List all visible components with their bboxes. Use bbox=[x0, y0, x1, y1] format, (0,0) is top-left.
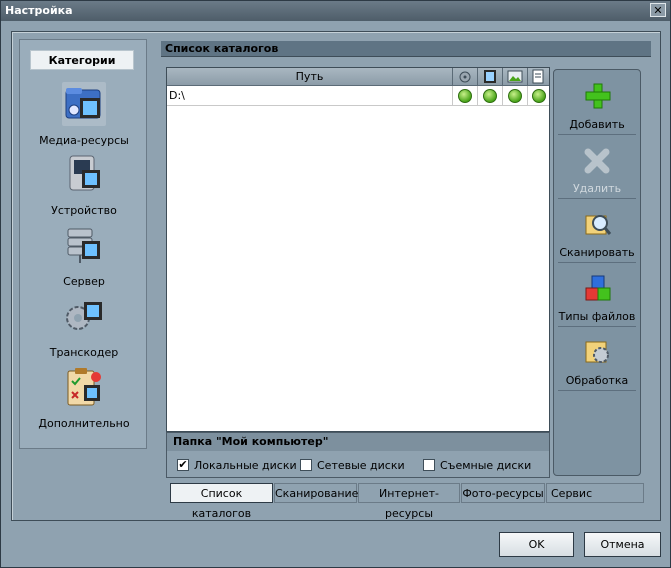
category-transcoder[interactable]: Транскодер bbox=[20, 294, 148, 364]
transcoder-gears-icon bbox=[62, 294, 106, 338]
category-label: Сервер bbox=[63, 275, 105, 288]
categories-header: Категории bbox=[30, 50, 134, 70]
document-icon[interactable] bbox=[528, 68, 552, 85]
category-server[interactable]: Сервер bbox=[20, 223, 148, 293]
network-disks-checkbox[interactable]: Сетевые диски bbox=[300, 458, 410, 474]
local-disks-checkbox[interactable]: ✔ Локальные диски bbox=[177, 458, 297, 474]
row-path: D:\ bbox=[169, 89, 185, 102]
processing-button[interactable]: Обработка bbox=[558, 328, 636, 391]
device-icon bbox=[62, 152, 106, 196]
check-indicator-icon[interactable] bbox=[532, 89, 546, 103]
server-icon bbox=[62, 223, 106, 267]
tab-internet-resources[interactable]: Интернет-ресурсы bbox=[358, 483, 460, 520]
table-row[interactable]: D:\ bbox=[167, 86, 549, 106]
category-additional[interactable]: Дополнительно bbox=[20, 365, 148, 435]
cubes-icon bbox=[584, 274, 612, 302]
media-folder-icon bbox=[62, 82, 106, 126]
category-device[interactable]: Устройство bbox=[20, 152, 148, 222]
close-button[interactable]: ✕ bbox=[650, 3, 666, 17]
delete-button[interactable]: Удалить bbox=[558, 136, 636, 199]
add-button[interactable]: Добавить bbox=[558, 72, 636, 135]
category-label: Медиа-ресурсы bbox=[39, 134, 129, 147]
cancel-button[interactable]: Отмена bbox=[584, 532, 661, 557]
check-indicator-icon[interactable] bbox=[458, 89, 472, 103]
scan-magnifier-icon bbox=[584, 210, 612, 238]
window-title: Настройка bbox=[5, 4, 73, 17]
tab-scanning[interactable]: Сканирование bbox=[274, 483, 358, 503]
scan-button[interactable]: Сканировать bbox=[558, 200, 636, 263]
tab-catalog-list[interactable]: Список каталогов bbox=[170, 483, 273, 520]
category-media-resources[interactable]: Медиа-ресурсы bbox=[20, 82, 148, 152]
settings-window: Настройка ✕ Категории Медиа-ресурсы Устр… bbox=[0, 0, 671, 568]
tab-photo-resources[interactable]: Фото-ресурсы bbox=[461, 483, 545, 503]
check-indicator-icon[interactable] bbox=[483, 89, 497, 103]
category-label: Транскодер bbox=[49, 346, 119, 359]
clipboard-checklist-icon bbox=[62, 365, 106, 409]
catalog-toolbar: Добавить Удалить Сканировать Типы файлов… bbox=[553, 69, 641, 476]
tab-service[interactable]: Сервис bbox=[546, 483, 644, 503]
check-indicator-icon[interactable] bbox=[508, 89, 522, 103]
category-label: Дополнительно bbox=[38, 417, 130, 430]
catalog-list-header: Список каталогов bbox=[161, 41, 651, 57]
removable-disks-checkbox[interactable]: Съемные диски bbox=[423, 458, 533, 474]
processing-gear-icon bbox=[584, 338, 612, 366]
film-icon[interactable] bbox=[478, 68, 503, 85]
catalog-table[interactable]: Путь D:\ bbox=[166, 67, 550, 432]
file-types-button[interactable]: Типы файлов bbox=[558, 264, 636, 327]
photo-icon[interactable] bbox=[503, 68, 528, 85]
music-icon[interactable] bbox=[453, 68, 478, 85]
plus-icon bbox=[584, 82, 612, 110]
my-computer-title: Папка "Мой компьютер" bbox=[167, 433, 549, 451]
ok-button[interactable]: OK bbox=[499, 532, 574, 557]
title-bar: Настройка ✕ bbox=[1, 1, 670, 21]
my-computer-group: Папка "Мой компьютер" ✔ Локальные диски … bbox=[166, 432, 550, 478]
category-label: Устройство bbox=[51, 204, 117, 217]
bottom-tabs: Список каталогов Сканирование Интернет-р… bbox=[166, 483, 644, 520]
checkmark-icon: ✔ bbox=[177, 458, 189, 471]
categories-panel: Категории Медиа-ресурсы Устройство Серве… bbox=[19, 39, 147, 449]
column-path[interactable]: Путь bbox=[167, 68, 453, 85]
delete-x-icon bbox=[584, 146, 612, 174]
table-header: Путь bbox=[167, 68, 549, 86]
